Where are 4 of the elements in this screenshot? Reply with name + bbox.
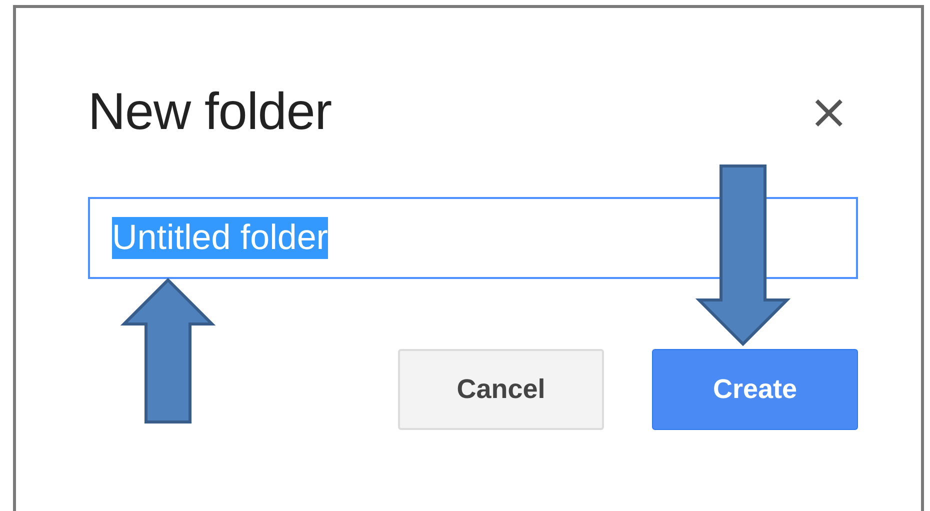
field-value: Untitled folder bbox=[112, 217, 328, 259]
dialog-title: New folder bbox=[88, 82, 332, 142]
cancel-button[interactable]: Cancel bbox=[398, 349, 604, 430]
close-button[interactable]: × bbox=[800, 88, 857, 136]
